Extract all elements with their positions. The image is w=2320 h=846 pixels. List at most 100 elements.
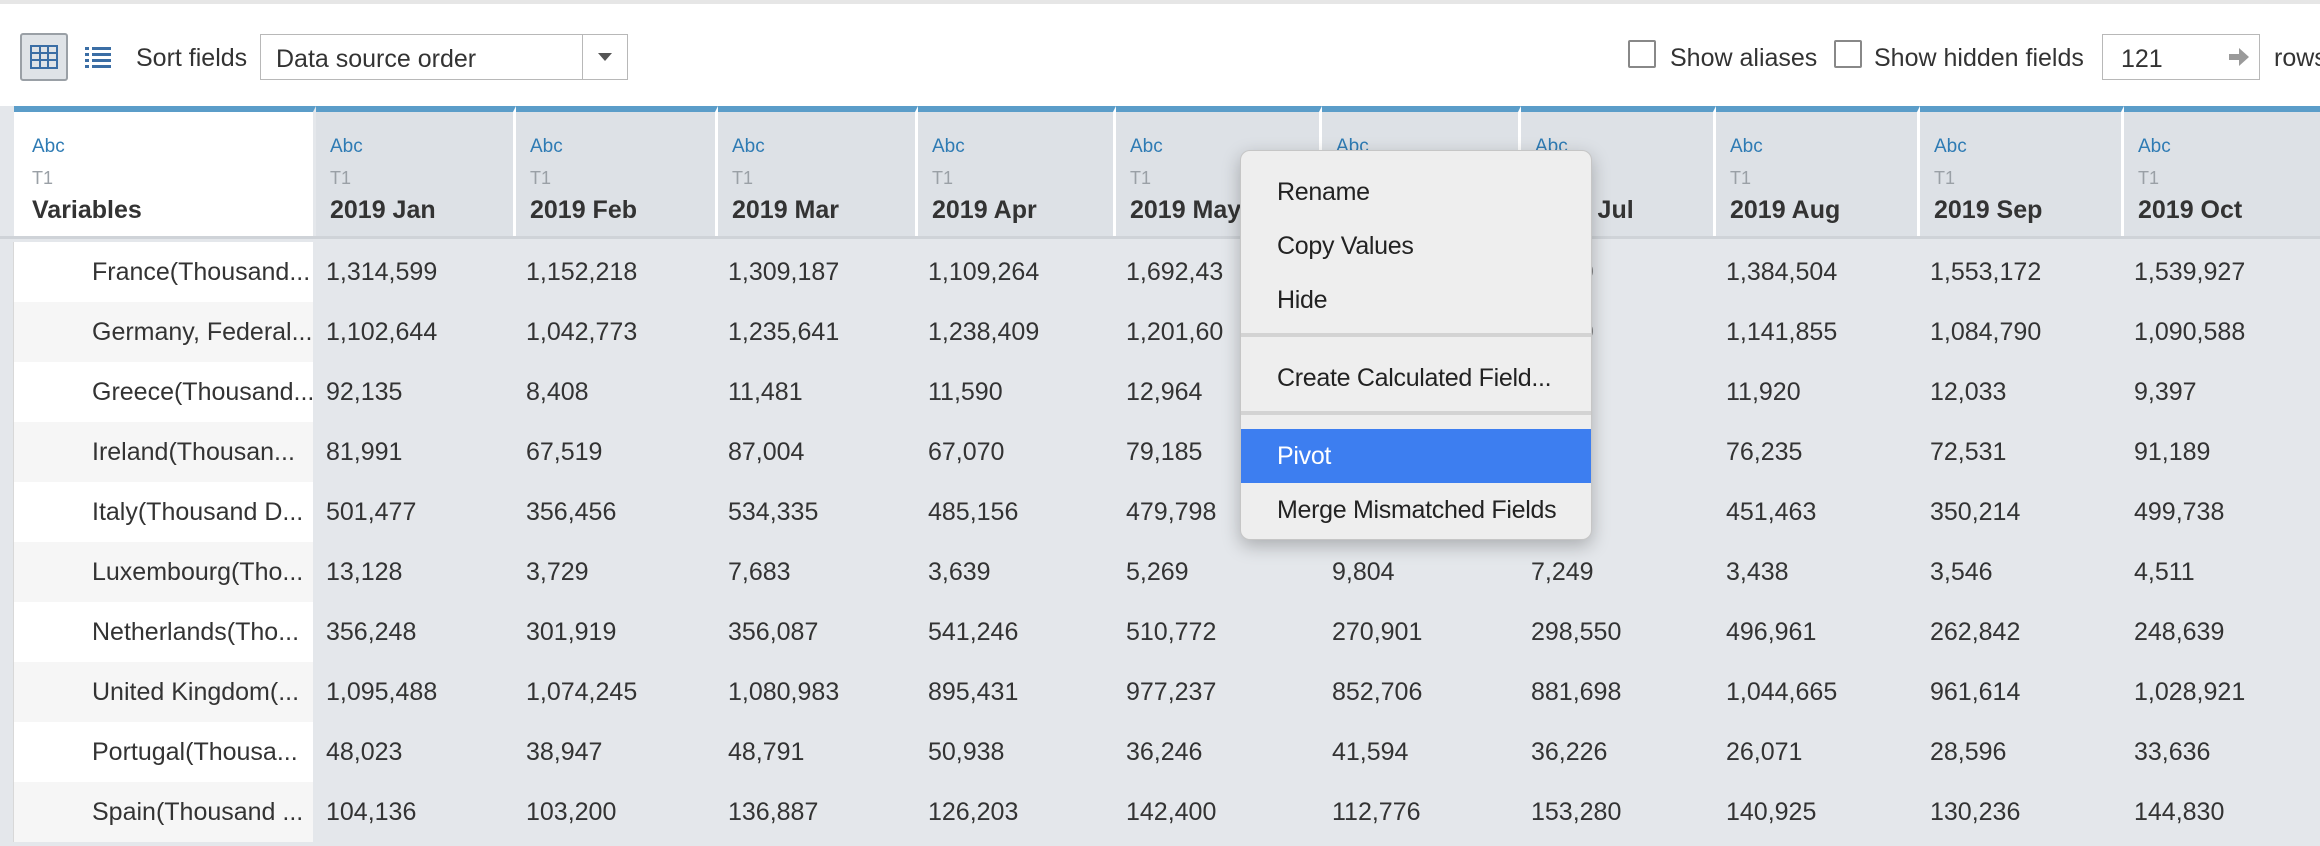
table-cell[interactable]: 451,463 xyxy=(1716,482,1920,542)
table-cell[interactable]: 104,136 xyxy=(316,782,516,842)
table-cell[interactable]: 9,397 xyxy=(2124,362,2320,422)
table-cell[interactable]: 126,203 xyxy=(918,782,1116,842)
table-cell[interactable]: 7,683 xyxy=(718,542,918,602)
table-cell[interactable]: 534,335 xyxy=(718,482,918,542)
table-cell[interactable]: 142,400 xyxy=(1116,782,1322,842)
table-cell[interactable]: 87,004 xyxy=(718,422,918,482)
table-cell[interactable]: 48,023 xyxy=(316,722,516,782)
column-header[interactable]: Abc T1 2019 Oct xyxy=(2124,106,2320,236)
menu-item-pivot[interactable]: Pivot xyxy=(1241,429,1591,483)
table-cell[interactable]: 81,991 xyxy=(316,422,516,482)
row-label-cell[interactable]: United Kingdom(... xyxy=(14,662,316,722)
table-cell[interactable]: 270,901 xyxy=(1322,602,1521,662)
table-cell[interactable]: 1,080,983 xyxy=(718,662,918,722)
table-cell[interactable]: 8,408 xyxy=(516,362,718,422)
table-cell[interactable]: 1,042,773 xyxy=(516,302,718,362)
table-cell[interactable]: 5,269 xyxy=(1116,542,1322,602)
table-cell[interactable]: 28,596 xyxy=(1920,722,2124,782)
table-cell[interactable]: 91,189 xyxy=(2124,422,2320,482)
table-cell[interactable]: 3,729 xyxy=(516,542,718,602)
table-cell[interactable]: 1,095,488 xyxy=(316,662,516,722)
table-cell[interactable]: 1,074,245 xyxy=(516,662,718,722)
table-cell[interactable]: 501,477 xyxy=(316,482,516,542)
table-cell[interactable]: 3,639 xyxy=(918,542,1116,602)
row-label-cell[interactable]: Netherlands(Tho... xyxy=(14,602,316,662)
column-header[interactable]: Abc T1 2019 Jan xyxy=(316,106,516,236)
row-label-cell[interactable]: Greece(Thousand... xyxy=(14,362,316,422)
show-aliases-checkbox[interactable] xyxy=(1628,40,1656,68)
table-cell[interactable]: 41,594 xyxy=(1322,722,1521,782)
table-cell[interactable]: 3,546 xyxy=(1920,542,2124,602)
table-cell[interactable]: 541,246 xyxy=(918,602,1116,662)
table-cell[interactable]: 977,237 xyxy=(1116,662,1322,722)
table-cell[interactable]: 50,938 xyxy=(918,722,1116,782)
show-hidden-fields-checkbox[interactable] xyxy=(1834,40,1862,68)
table-cell[interactable]: 1,238,409 xyxy=(918,302,1116,362)
table-cell[interactable]: 1,384,504 xyxy=(1716,242,1920,302)
table-cell[interactable]: 248,639 xyxy=(2124,602,2320,662)
table-cell[interactable]: 72,531 xyxy=(1920,422,2124,482)
table-cell[interactable]: 112,776 xyxy=(1322,782,1521,842)
table-cell[interactable]: 38,947 xyxy=(516,722,718,782)
table-cell[interactable]: 1,152,218 xyxy=(516,242,718,302)
table-cell[interactable]: 1,539,927 xyxy=(2124,242,2320,302)
table-cell[interactable]: 76,235 xyxy=(1716,422,1920,482)
table-cell[interactable]: 1,235,641 xyxy=(718,302,918,362)
table-cell[interactable]: 1,141,855 xyxy=(1716,302,1920,362)
row-label-cell[interactable]: France(Thousand... xyxy=(14,242,316,302)
table-cell[interactable]: 3,438 xyxy=(1716,542,1920,602)
table-cell[interactable]: 510,772 xyxy=(1116,602,1322,662)
column-header[interactable]: Abc T1 Variables xyxy=(14,106,316,236)
table-cell[interactable]: 1,553,172 xyxy=(1920,242,2124,302)
table-cell[interactable]: 881,698 xyxy=(1521,662,1716,722)
table-cell[interactable]: 12,033 xyxy=(1920,362,2124,422)
table-cell[interactable]: 11,481 xyxy=(718,362,918,422)
column-header[interactable]: Abc T1 2019 Mar xyxy=(718,106,918,236)
show-hidden-fields-label[interactable]: Show hidden fields xyxy=(1874,44,2084,73)
column-header[interactable]: Abc T1 2019 Feb xyxy=(516,106,718,236)
menu-item-hide[interactable]: Hide xyxy=(1241,273,1591,327)
table-cell[interactable]: 48,791 xyxy=(718,722,918,782)
table-cell[interactable]: 103,200 xyxy=(516,782,718,842)
table-cell[interactable]: 356,087 xyxy=(718,602,918,662)
table-cell[interactable]: 356,456 xyxy=(516,482,718,542)
table-cell[interactable]: 1,028,921 xyxy=(2124,662,2320,722)
sort-fields-select[interactable]: Data source order xyxy=(260,34,628,80)
grid-view-button[interactable] xyxy=(20,33,68,81)
table-cell[interactable]: 130,236 xyxy=(1920,782,2124,842)
table-cell[interactable]: 136,887 xyxy=(718,782,918,842)
table-cell[interactable]: 33,636 xyxy=(2124,722,2320,782)
table-cell[interactable]: 9,804 xyxy=(1322,542,1521,602)
table-cell[interactable]: 1,102,644 xyxy=(316,302,516,362)
table-cell[interactable]: 350,214 xyxy=(1920,482,2124,542)
table-cell[interactable]: 67,070 xyxy=(918,422,1116,482)
table-cell[interactable]: 36,246 xyxy=(1116,722,1322,782)
row-label-cell[interactable]: Ireland(Thousan... xyxy=(14,422,316,482)
table-cell[interactable]: 262,842 xyxy=(1920,602,2124,662)
table-cell[interactable]: 356,248 xyxy=(316,602,516,662)
row-label-cell[interactable]: Spain(Thousand ... xyxy=(14,782,316,842)
table-cell[interactable]: 1,309,187 xyxy=(718,242,918,302)
chevron-down-icon[interactable] xyxy=(582,35,627,79)
table-cell[interactable]: 1,109,264 xyxy=(918,242,1116,302)
table-cell[interactable]: 11,590 xyxy=(918,362,1116,422)
table-cell[interactable]: 36,226 xyxy=(1521,722,1716,782)
table-cell[interactable]: 961,614 xyxy=(1920,662,2124,722)
menu-item-create-calculated-field[interactable]: Create Calculated Field... xyxy=(1241,351,1591,405)
menu-item-copy-values[interactable]: Copy Values xyxy=(1241,219,1591,273)
table-cell[interactable]: 144,830 xyxy=(2124,782,2320,842)
menu-item-rename[interactable]: Rename xyxy=(1241,165,1591,219)
row-label-cell[interactable]: Germany, Federal... xyxy=(14,302,316,362)
column-header[interactable]: Abc T1 2019 Apr xyxy=(918,106,1116,236)
table-cell[interactable]: 7,249 xyxy=(1521,542,1716,602)
table-cell[interactable]: 140,925 xyxy=(1716,782,1920,842)
table-cell[interactable]: 895,431 xyxy=(918,662,1116,722)
column-header[interactable]: Abc T1 2019 Sep xyxy=(1920,106,2124,236)
row-label-cell[interactable]: Italy(Thousand D... xyxy=(14,482,316,542)
table-cell[interactable]: 298,550 xyxy=(1521,602,1716,662)
table-cell[interactable]: 26,071 xyxy=(1716,722,1920,782)
table-cell[interactable]: 67,519 xyxy=(516,422,718,482)
column-header[interactable]: Abc T1 2019 Aug xyxy=(1716,106,1920,236)
row-label-cell[interactable]: Portugal(Thousa... xyxy=(14,722,316,782)
table-cell[interactable]: 4,511 xyxy=(2124,542,2320,602)
